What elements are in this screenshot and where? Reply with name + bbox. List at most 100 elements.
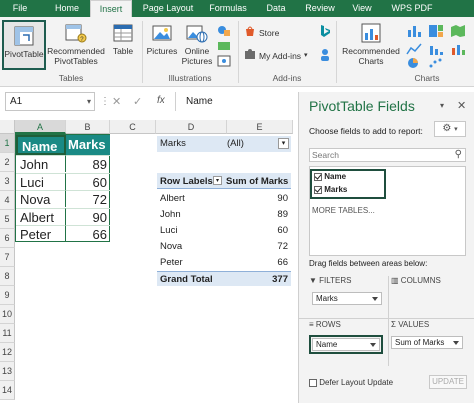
shapes-icon[interactable] <box>217 25 231 37</box>
hierarchy-chart-icon[interactable] <box>428 24 444 40</box>
gear-icon[interactable]: ⚙ ▾ <box>434 121 466 137</box>
pivot-row[interactable]: Peter 66 <box>157 255 291 270</box>
more-icon: ⋮ <box>100 96 112 107</box>
filters-item-label: Marks <box>316 294 338 303</box>
column-header-b[interactable]: B <box>66 120 110 134</box>
tab-page-layout[interactable]: Page Layout <box>138 0 198 17</box>
header-cell-name[interactable]: Name <box>16 135 66 155</box>
tab-data[interactable]: Data <box>258 0 294 17</box>
filters-area[interactable]: ▼ FILTERS Marks <box>309 276 387 316</box>
pie-chart-icon[interactable] <box>406 57 422 71</box>
cancel-icon[interactable]: ✕ <box>112 95 121 108</box>
tab-wps-pdf[interactable]: WPS PDF <box>385 0 439 17</box>
chevron-down-icon[interactable]: ▾ <box>440 101 444 110</box>
insert-function-button[interactable]: fx <box>157 95 165 106</box>
tab-formulas[interactable]: Formulas <box>203 0 253 17</box>
checkbox-icon[interactable] <box>309 378 317 387</box>
values-area[interactable]: Σ VALUES Sum of Marks <box>391 320 469 360</box>
row-header-8[interactable]: 8 <box>0 267 15 286</box>
values-label: VALUES <box>398 320 430 329</box>
source-marks-cell[interactable]: 60 <box>66 172 110 190</box>
rows-field-dropdown[interactable]: Name <box>312 338 380 351</box>
pictures-button[interactable]: Pictures <box>145 22 179 56</box>
formula-input[interactable]: Name <box>175 92 295 111</box>
row-labels-dropdown-icon[interactable]: ▾ <box>213 176 222 185</box>
row-header-4[interactable]: 4 <box>0 191 15 210</box>
recommended-charts-button[interactable]: Recommended Charts <box>340 22 402 66</box>
row-header-13[interactable]: 13 <box>0 362 15 381</box>
source-name-cell[interactable]: Peter <box>16 225 66 242</box>
row-header-1[interactable]: 1 <box>0 134 15 153</box>
checkbox-icon[interactable] <box>314 185 322 194</box>
filter-dropdown-icon[interactable]: ▾ <box>278 138 289 149</box>
header-cell-marks[interactable]: Marks <box>66 135 110 155</box>
store-button[interactable]: Store <box>244 26 279 40</box>
online-pictures-button[interactable]: Online Pictures <box>180 22 214 66</box>
row-header-3[interactable]: 3 <box>0 172 15 191</box>
more-tables-link[interactable]: MORE TABLES... <box>312 206 375 215</box>
people-graph-icon[interactable] <box>319 48 331 64</box>
source-marks-cell[interactable]: 90 <box>66 207 110 225</box>
row-header-10[interactable]: 10 <box>0 305 15 324</box>
table-button[interactable]: Table <box>108 22 138 56</box>
enter-icon[interactable]: ✓ <box>133 95 142 108</box>
my-addins-button[interactable]: My Add-ins ▾ <box>244 49 308 63</box>
row-header-2[interactable]: 2 <box>0 153 15 172</box>
group-label-charts: Charts <box>414 73 440 83</box>
field-marks-label: Marks <box>324 185 348 194</box>
column-header-c[interactable]: C <box>110 120 156 134</box>
source-name-cell[interactable]: John <box>16 155 66 172</box>
row-header-6[interactable]: 6 <box>0 229 15 248</box>
tab-insert[interactable]: Insert <box>90 0 132 17</box>
source-name-cell[interactable]: Albert <box>16 207 66 225</box>
row-header-5[interactable]: 5 <box>0 210 15 229</box>
column-header-e[interactable]: E <box>227 120 293 134</box>
source-name-cell[interactable]: Nova <box>16 190 66 207</box>
field-item-name[interactable]: Name <box>314 172 346 181</box>
row-header-11[interactable]: 11 <box>0 324 15 343</box>
pivot-row[interactable]: Nova 72 <box>157 239 291 254</box>
columns-area[interactable]: ▥ COLUMNS <box>391 276 469 316</box>
smartart-icon[interactable] <box>217 40 231 52</box>
pivotchart-icon[interactable] <box>450 42 466 58</box>
name-box[interactable]: A1 ▾ <box>5 92 95 111</box>
column-chart-icon[interactable] <box>406 24 422 40</box>
column-header-d[interactable]: D <box>156 120 227 134</box>
close-icon[interactable]: ✕ <box>457 99 466 112</box>
row-header-14[interactable]: 14 <box>0 381 15 400</box>
pivot-row-label: John <box>160 209 181 220</box>
pivot-row[interactable]: John 89 <box>157 207 291 222</box>
filters-field-dropdown[interactable]: Marks <box>312 292 382 305</box>
scatter-chart-icon[interactable] <box>428 57 444 71</box>
tab-file[interactable]: File <box>0 0 40 17</box>
recommended-pivottables-button[interactable]: ? Recommended PivotTables <box>47 22 105 66</box>
tab-review[interactable]: Review <box>299 0 341 17</box>
maps-chart-icon[interactable] <box>450 24 466 40</box>
statistic-chart-icon[interactable] <box>428 42 444 58</box>
online-pictures-label-1: Online <box>184 46 210 56</box>
source-marks-cell[interactable]: 89 <box>66 155 110 172</box>
select-all-corner[interactable] <box>0 120 15 134</box>
bing-maps-icon[interactable] <box>319 24 331 40</box>
field-item-marks[interactable]: Marks <box>314 185 347 194</box>
update-button[interactable]: UPDATE <box>429 375 467 389</box>
pivot-row[interactable]: Luci 60 <box>157 223 291 238</box>
pivottable-button[interactable]: PivotTable <box>2 20 46 70</box>
tab-view[interactable]: View <box>344 0 380 17</box>
row-header-9[interactable]: 9 <box>0 286 15 305</box>
search-input[interactable]: Search ⚲ <box>309 148 466 162</box>
line-chart-icon[interactable] <box>406 42 422 58</box>
source-marks-cell[interactable]: 72 <box>66 190 110 207</box>
source-marks-cell[interactable]: 66 <box>66 225 110 242</box>
screenshot-icon[interactable] <box>217 55 231 67</box>
pivot-row[interactable]: Albert 90 <box>157 191 291 206</box>
defer-layout-checkbox[interactable]: Defer Layout Update <box>309 378 393 387</box>
tab-home[interactable]: Home <box>46 0 88 17</box>
row-header-7[interactable]: 7 <box>0 248 15 267</box>
column-header-a[interactable]: A <box>15 120 66 134</box>
row-header-12[interactable]: 12 <box>0 343 15 362</box>
values-field-dropdown[interactable]: Sum of Marks <box>391 336 463 349</box>
checkbox-icon[interactable] <box>314 172 322 181</box>
source-name-cell[interactable]: Luci <box>16 172 66 190</box>
pivot-row-value: 90 <box>277 193 288 204</box>
